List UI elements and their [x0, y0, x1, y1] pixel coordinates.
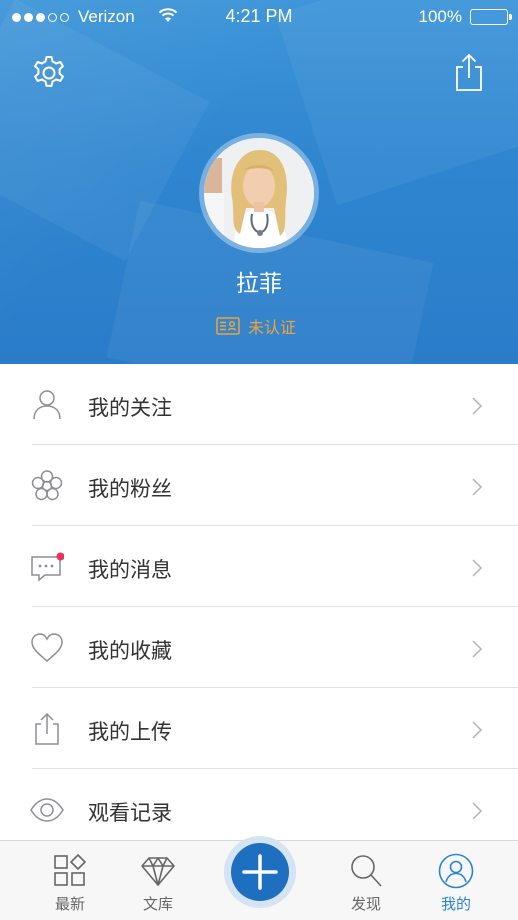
chevron-right-icon [472, 559, 483, 577]
menu-item-fans[interactable]: 我的粉丝 [0, 445, 518, 526]
battery-indicator: 100% [418, 7, 512, 27]
chevron-right-icon [472, 397, 483, 415]
plus-icon [242, 854, 278, 890]
tab-discover[interactable]: 发现 [326, 841, 406, 920]
menu-item-label: 我的粉丝 [88, 477, 172, 501]
chevron-right-icon [472, 721, 483, 739]
person-icon [33, 390, 61, 420]
menu-item-label: 我的上传 [88, 720, 172, 744]
profile-menu: 我的关注 我的粉丝 我的消息 我的收藏 我的上传 观看记录 [0, 364, 518, 850]
gear-icon[interactable] [30, 54, 68, 92]
battery-percent: 100% [418, 7, 462, 26]
menu-item-uploads[interactable]: 我的上传 [0, 688, 518, 769]
message-icon [31, 552, 64, 582]
menu-item-messages[interactable]: 我的消息 [0, 526, 518, 607]
profile-icon [438, 853, 474, 889]
menu-item-label: 观看记录 [88, 801, 172, 825]
verification-label: 未认证 [248, 318, 297, 337]
heart-icon [31, 633, 63, 662]
tab-label: 发现 [350, 895, 381, 913]
menu-item-label: 我的关注 [88, 396, 172, 420]
verification-status[interactable]: 未认证 [216, 314, 296, 338]
menu-item-following[interactable]: 我的关注 [0, 364, 518, 445]
tab-label: 文库 [142, 895, 173, 913]
profile-header: Verizon 4:21 PM 100% 拉菲 未认证 [0, 0, 518, 364]
diamond-icon [141, 857, 175, 886]
user-name: 拉菲 [236, 271, 282, 297]
tab-label: 我的 [440, 895, 471, 913]
battery-icon [470, 9, 512, 25]
id-card-icon [216, 317, 240, 335]
share-icon[interactable] [452, 52, 486, 92]
search-icon [351, 855, 382, 887]
menu-item-label: 我的收藏 [88, 639, 172, 663]
tab-mine[interactable]: 我的 [416, 841, 496, 920]
grid-icon [54, 853, 87, 886]
menu-item-favorites[interactable]: 我的收藏 [0, 607, 518, 688]
chevron-right-icon [472, 478, 483, 496]
tab-library[interactable]: 文库 [118, 841, 198, 920]
tab-bar: 最新 文库 发现 我的 [0, 836, 518, 920]
avatar[interactable] [204, 138, 314, 248]
upload-icon [35, 712, 59, 745]
status-bar: Verizon 4:21 PM 100% [0, 0, 518, 34]
eye-icon [30, 798, 64, 822]
chevron-right-icon [472, 640, 483, 658]
add-button[interactable] [231, 843, 289, 901]
chevron-right-icon [472, 802, 483, 820]
menu-item-label: 我的消息 [88, 558, 172, 582]
flower-icon [31, 470, 63, 501]
tab-label: 最新 [54, 895, 85, 913]
tab-latest[interactable]: 最新 [30, 841, 110, 920]
